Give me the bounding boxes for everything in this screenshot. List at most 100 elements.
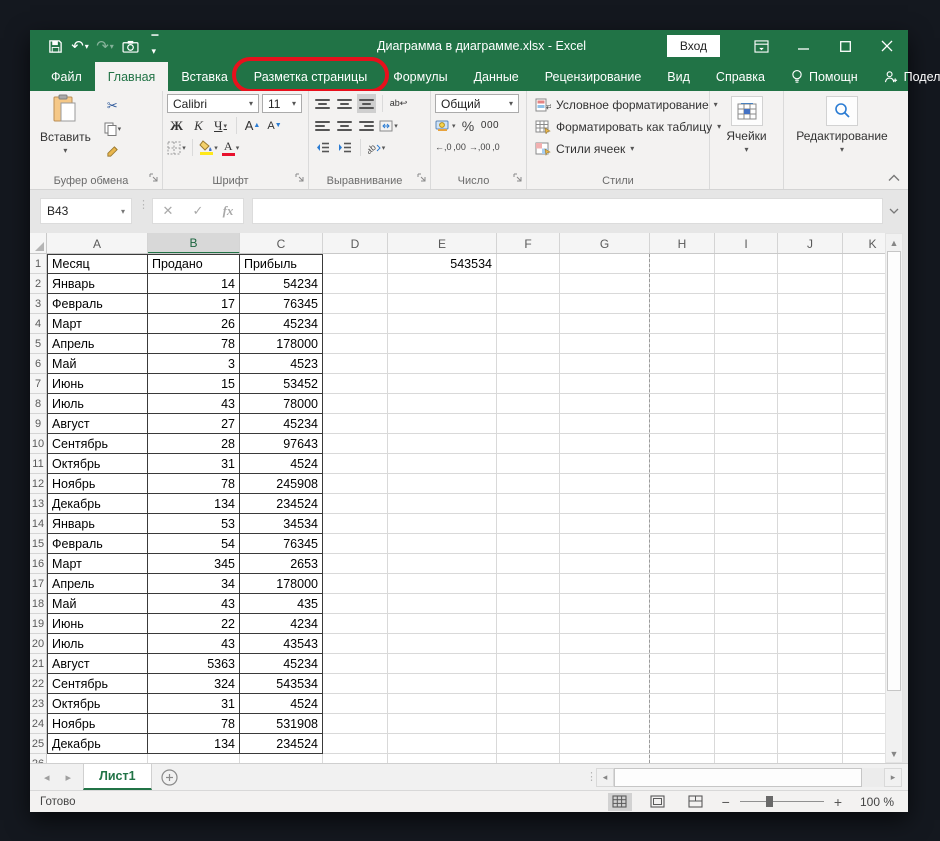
- cell-E11[interactable]: [388, 454, 497, 474]
- font-dialog-launcher-icon[interactable]: [295, 171, 304, 185]
- cell-A13[interactable]: Декабрь: [47, 494, 148, 514]
- alignment-dialog-launcher-icon[interactable]: [417, 171, 426, 185]
- cell-E13[interactable]: [388, 494, 497, 514]
- cell-I7[interactable]: [715, 374, 778, 394]
- cell-I24[interactable]: [715, 714, 778, 734]
- grow-font-button[interactable]: А ▲: [243, 116, 262, 135]
- cell-E20[interactable]: [388, 634, 497, 654]
- column-header-D[interactable]: D: [323, 233, 388, 253]
- cell-I21[interactable]: [715, 654, 778, 674]
- cell-F20[interactable]: [497, 634, 560, 654]
- cell-E12[interactable]: [388, 474, 497, 494]
- row-header-14[interactable]: 14: [30, 514, 47, 534]
- row-header-15[interactable]: 15: [30, 534, 47, 554]
- cell-C1[interactable]: Прибыль: [240, 254, 323, 274]
- cell-K19[interactable]: [843, 614, 885, 634]
- cell-F12[interactable]: [497, 474, 560, 494]
- cell-A19[interactable]: Июнь: [47, 614, 148, 634]
- row-header-23[interactable]: 23: [30, 694, 47, 714]
- row-header-1[interactable]: 1: [30, 254, 47, 274]
- cell-D8[interactable]: [323, 394, 388, 414]
- underline-button[interactable]: Ч ▾: [211, 116, 230, 135]
- cell-K3[interactable]: [843, 294, 885, 314]
- cell-E6[interactable]: [388, 354, 497, 374]
- cell-J13[interactable]: [778, 494, 843, 514]
- cell-G19[interactable]: [560, 614, 650, 634]
- comma-style-icon[interactable]: 000: [481, 116, 500, 135]
- cell-F24[interactable]: [497, 714, 560, 734]
- cell-G5[interactable]: [560, 334, 650, 354]
- cell-F14[interactable]: [497, 514, 560, 534]
- sheet-next-icon[interactable]: ▸: [66, 771, 72, 784]
- cell-E3[interactable]: [388, 294, 497, 314]
- cell-F21[interactable]: [497, 654, 560, 674]
- cell-B25[interactable]: 134: [148, 734, 240, 754]
- cell-A10[interactable]: Сентябрь: [47, 434, 148, 454]
- cell-H15[interactable]: [650, 534, 715, 554]
- column-header-H[interactable]: H: [650, 233, 715, 253]
- cell-D12[interactable]: [323, 474, 388, 494]
- cell-C8[interactable]: 78000: [240, 394, 323, 414]
- cell-B22[interactable]: 324: [148, 674, 240, 694]
- cell-B26[interactable]: [148, 754, 240, 763]
- cell-B4[interactable]: 26: [148, 314, 240, 334]
- cell-J6[interactable]: [778, 354, 843, 374]
- row-header-18[interactable]: 18: [30, 594, 47, 614]
- cell-J25[interactable]: [778, 734, 843, 754]
- name-box[interactable]: B43 ▾: [40, 198, 132, 224]
- cell-E8[interactable]: [388, 394, 497, 414]
- scroll-right-icon[interactable]: ▸: [884, 767, 902, 787]
- cell-I15[interactable]: [715, 534, 778, 554]
- cell-K25[interactable]: [843, 734, 885, 754]
- cell-B16[interactable]: 345: [148, 554, 240, 574]
- cell-H16[interactable]: [650, 554, 715, 574]
- align-bottom-icon[interactable]: [357, 94, 376, 113]
- cell-A25[interactable]: Декабрь: [47, 734, 148, 754]
- merge-center-icon[interactable]: ▾: [379, 116, 398, 135]
- cell-G17[interactable]: [560, 574, 650, 594]
- cell-J12[interactable]: [778, 474, 843, 494]
- cell-C26[interactable]: [240, 754, 323, 763]
- row-header-5[interactable]: 5: [30, 334, 47, 354]
- cell-C5[interactable]: 178000: [240, 334, 323, 354]
- cell-B9[interactable]: 27: [148, 414, 240, 434]
- cell-C23[interactable]: 4524: [240, 694, 323, 714]
- save-icon[interactable]: [44, 35, 66, 57]
- cell-C15[interactable]: 76345: [240, 534, 323, 554]
- cell-I6[interactable]: [715, 354, 778, 374]
- row-header-13[interactable]: 13: [30, 494, 47, 514]
- accounting-format-icon[interactable]: ▾: [435, 116, 456, 135]
- cell-D22[interactable]: [323, 674, 388, 694]
- cell-G23[interactable]: [560, 694, 650, 714]
- cell-I20[interactable]: [715, 634, 778, 654]
- shrink-font-button[interactable]: А ▼: [265, 116, 284, 135]
- format-as-table-button[interactable]: Форматировать как таблицу ▾: [535, 116, 721, 137]
- tab-formulas[interactable]: Формулы: [380, 62, 460, 91]
- cell-H25[interactable]: [650, 734, 715, 754]
- cell-C16[interactable]: 2653: [240, 554, 323, 574]
- cell-I23[interactable]: [715, 694, 778, 714]
- cell-C6[interactable]: 4523: [240, 354, 323, 374]
- decrease-decimal-icon[interactable]: →,00 ,0: [469, 138, 500, 157]
- cell-I19[interactable]: [715, 614, 778, 634]
- cell-I11[interactable]: [715, 454, 778, 474]
- conditional-formatting-button[interactable]: ⇄ Условное форматирование ▾: [535, 94, 721, 115]
- cell-I18[interactable]: [715, 594, 778, 614]
- cell-E10[interactable]: [388, 434, 497, 454]
- cell-G25[interactable]: [560, 734, 650, 754]
- number-dialog-launcher-icon[interactable]: [513, 171, 522, 185]
- bold-button[interactable]: Ж: [167, 116, 186, 135]
- cell-K26[interactable]: [843, 754, 885, 763]
- cell-B1[interactable]: Продано: [148, 254, 240, 274]
- row-header-16[interactable]: 16: [30, 554, 47, 574]
- sheet-tab-list1[interactable]: Лист1: [83, 764, 152, 790]
- cell-K16[interactable]: [843, 554, 885, 574]
- cell-E17[interactable]: [388, 574, 497, 594]
- cell-J16[interactable]: [778, 554, 843, 574]
- cell-B8[interactable]: 43: [148, 394, 240, 414]
- borders-icon[interactable]: ▾: [167, 138, 186, 157]
- cell-F26[interactable]: [497, 754, 560, 763]
- cell-C25[interactable]: 234524: [240, 734, 323, 754]
- cell-G11[interactable]: [560, 454, 650, 474]
- paste-button[interactable]: Вставить ▾: [34, 94, 97, 172]
